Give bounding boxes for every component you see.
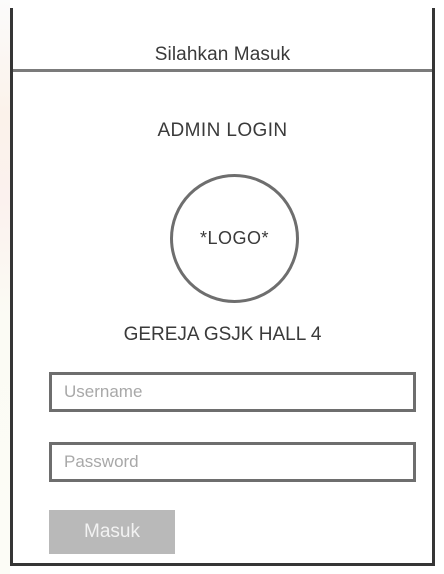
- page-header: Silahkan Masuk: [13, 8, 432, 72]
- login-submit-button[interactable]: Masuk: [49, 510, 175, 554]
- password-input[interactable]: [49, 442, 416, 482]
- username-input[interactable]: [49, 372, 416, 412]
- background-edge: [0, 0, 10, 574]
- admin-login-heading: ADMIN LOGIN: [157, 120, 288, 141]
- logo-placeholder: *LOGO*: [170, 174, 299, 303]
- logo-text: *LOGO*: [199, 228, 270, 248]
- page-title: Silahkan Masuk: [154, 44, 291, 65]
- login-page-frame: Silahkan Masuk ADMIN LOGIN *LOGO* GEREJA…: [10, 8, 435, 566]
- organization-name: GEREJA GSJK HALL 4: [123, 324, 322, 345]
